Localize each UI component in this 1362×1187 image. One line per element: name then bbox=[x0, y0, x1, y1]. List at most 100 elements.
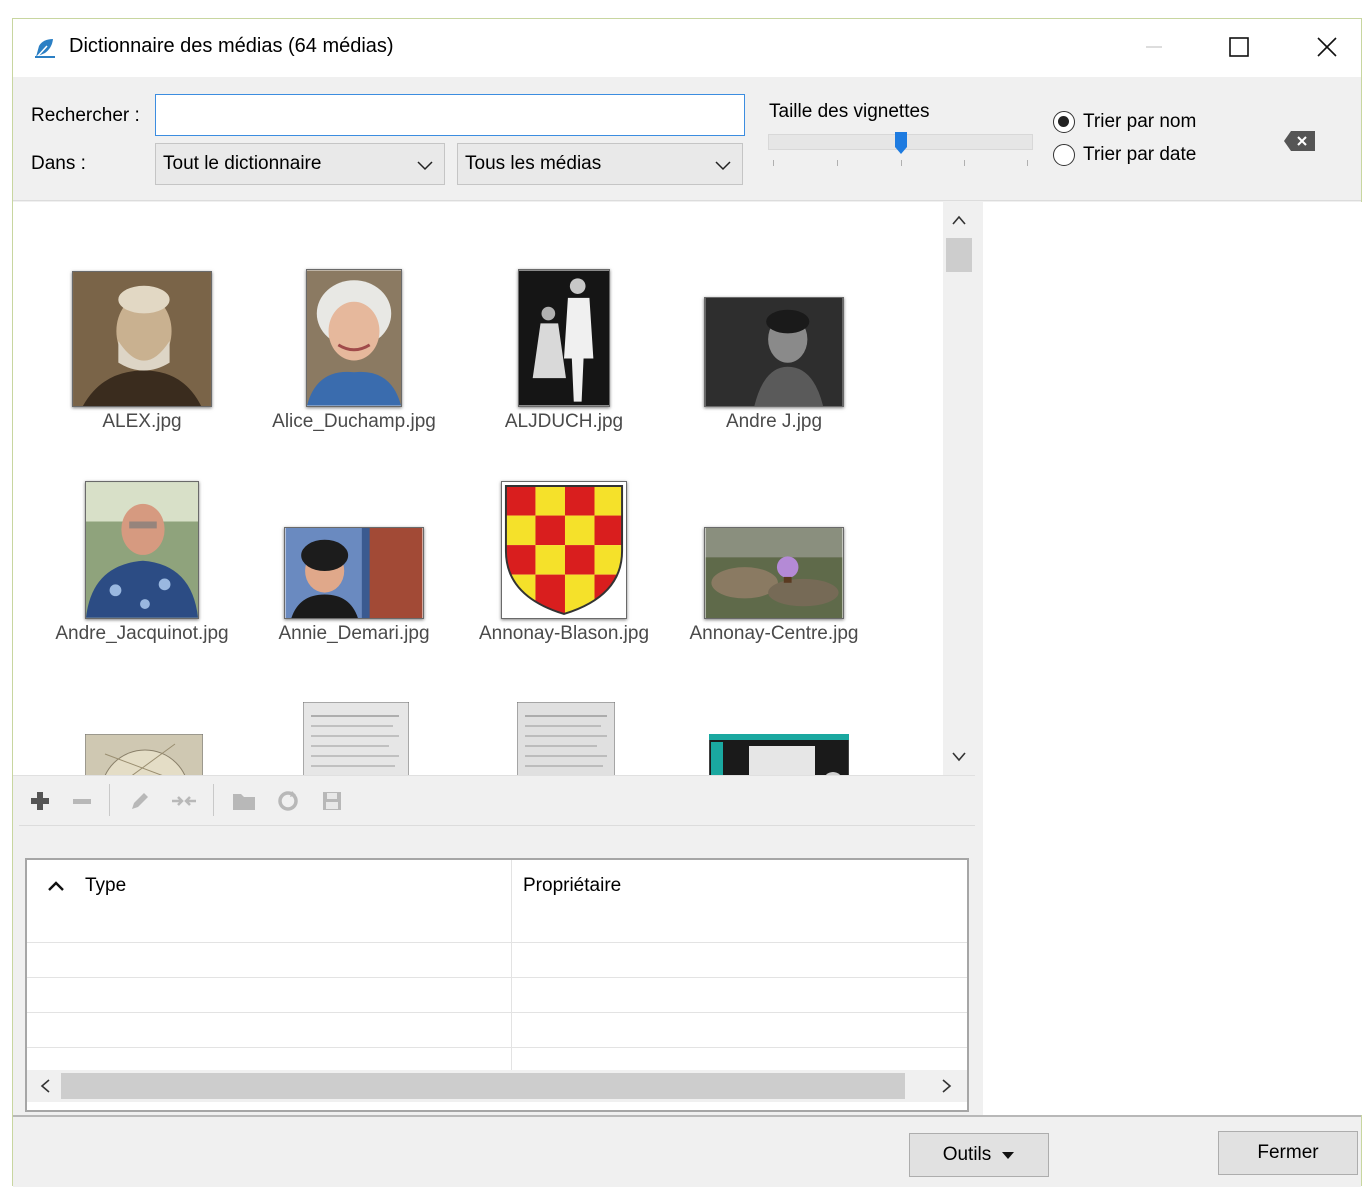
thumbnail-size-slider[interactable] bbox=[768, 132, 1033, 174]
slider-thumb[interactable] bbox=[895, 132, 907, 154]
media-gallery: ALEX.jpg Alice_Duchamp.jpg ALJDUCH.jpg A… bbox=[13, 202, 975, 775]
media-filename: Annonay-Centre.jpg bbox=[689, 623, 859, 644]
scope-select[interactable]: Tout le dictionnaire bbox=[155, 143, 445, 185]
media-type-select[interactable]: Tous les médias bbox=[457, 143, 743, 185]
media-tile-annonay-centre[interactable]: Annonay-Centre.jpg bbox=[669, 474, 879, 645]
maximize-icon bbox=[1229, 37, 1249, 57]
add-icon bbox=[31, 792, 49, 810]
media-filename: Annie_Demari.jpg bbox=[278, 623, 430, 644]
slider-tick bbox=[901, 160, 902, 166]
media-tile-partial-document[interactable] bbox=[303, 702, 409, 775]
folder-icon bbox=[233, 794, 255, 810]
open-folder-button[interactable] bbox=[229, 786, 259, 816]
media-tile-annie-demari[interactable]: Annie_Demari.jpg bbox=[249, 474, 459, 645]
media-properties-panel: Type Propriétaire bbox=[19, 825, 975, 1115]
scrollbar-thumb[interactable] bbox=[61, 1073, 905, 1099]
media-preview-panel bbox=[983, 202, 1362, 1115]
close-icon bbox=[1317, 37, 1337, 57]
column-divider bbox=[511, 860, 512, 1070]
sort-by-date-label: Trier par date bbox=[1083, 144, 1197, 165]
radio-unchecked-icon bbox=[1053, 144, 1075, 166]
tools-menu-button[interactable]: Outils bbox=[909, 1133, 1049, 1177]
refresh-icon bbox=[278, 791, 298, 811]
media-filename: Andre J.jpg bbox=[725, 411, 823, 432]
media-filename: Alice_Duchamp.jpg bbox=[272, 411, 436, 432]
media-filename: ALJDUCH.jpg bbox=[504, 411, 624, 432]
sort-by-name-radio[interactable]: Trier par nom bbox=[1053, 111, 1196, 133]
clear-search-icon[interactable] bbox=[1283, 130, 1317, 152]
thumbnail-image bbox=[85, 481, 199, 619]
media-tile-alice-duchamp[interactable]: Alice_Duchamp.jpg bbox=[249, 262, 459, 433]
sort-by-name-label: Trier par nom bbox=[1083, 111, 1197, 132]
thumbnail-image bbox=[704, 297, 844, 407]
remove-media-button[interactable] bbox=[67, 786, 97, 816]
refresh-button[interactable] bbox=[273, 786, 303, 816]
properties-table: Type Propriétaire bbox=[25, 858, 969, 1112]
column-label-owner: Propriétaire bbox=[523, 875, 622, 896]
table-row-divider bbox=[27, 1047, 967, 1048]
media-filename: Annonay-Blason.jpg bbox=[478, 623, 650, 644]
remove-icon bbox=[73, 799, 91, 804]
scroll-up-button[interactable] bbox=[949, 210, 969, 230]
media-tile-partial-screenshot[interactable] bbox=[709, 734, 849, 775]
media-tile-aljduch[interactable]: ALJDUCH.jpg bbox=[459, 262, 669, 433]
edit-icon bbox=[132, 793, 148, 809]
thumbnail-image bbox=[704, 527, 844, 619]
minimize-icon bbox=[1146, 46, 1162, 48]
scroll-left-button[interactable] bbox=[35, 1076, 55, 1096]
maximize-button[interactable] bbox=[1216, 27, 1262, 67]
media-tile-andre-jacquinot[interactable]: Andre_Jacquinot.jpg bbox=[37, 474, 247, 645]
thumbnail-image bbox=[306, 269, 402, 407]
close-window-button[interactable] bbox=[1304, 27, 1350, 67]
column-header-type[interactable]: Type bbox=[27, 860, 511, 912]
close-dialog-button[interactable]: Fermer bbox=[1218, 1131, 1358, 1175]
window-title: Dictionnaire des médias (64 médias) bbox=[69, 35, 394, 57]
media-tile-partial-map[interactable] bbox=[85, 734, 203, 775]
scrollbar-thumb[interactable] bbox=[946, 238, 972, 272]
toolbar-separator bbox=[213, 784, 214, 816]
slider-tick bbox=[1027, 160, 1028, 166]
merge-media-button[interactable] bbox=[169, 786, 199, 816]
title-bar: Dictionnaire des médias (64 médias) bbox=[13, 19, 1361, 77]
scroll-down-button[interactable] bbox=[949, 747, 969, 767]
toolbar-separator bbox=[109, 784, 110, 816]
scope-select-value: Tout le dictionnaire bbox=[163, 153, 322, 174]
media-tile-partial-document[interactable] bbox=[517, 702, 615, 775]
add-media-button[interactable] bbox=[25, 786, 55, 816]
slider-tick bbox=[773, 160, 774, 166]
close-button-label: Fermer bbox=[1257, 1142, 1319, 1163]
minimize-button[interactable] bbox=[1131, 27, 1177, 67]
dialog-footer: Outils Fermer bbox=[13, 1115, 1361, 1187]
slider-tick bbox=[837, 160, 838, 166]
sort-ascending-icon bbox=[48, 881, 64, 891]
merge-icon bbox=[172, 796, 196, 806]
media-tile-alex[interactable]: ALEX.jpg bbox=[37, 262, 247, 433]
media-filename: ALEX.jpg bbox=[102, 411, 182, 432]
scroll-right-button[interactable] bbox=[937, 1076, 957, 1096]
slider-tick bbox=[964, 160, 965, 166]
column-header-owner[interactable]: Propriétaire bbox=[513, 860, 967, 912]
table-horizontal-scrollbar[interactable] bbox=[27, 1070, 967, 1102]
scope-label: Dans : bbox=[31, 153, 86, 174]
app-feather-icon bbox=[35, 39, 55, 58]
media-filename: Andre_Jacquinot.jpg bbox=[55, 623, 229, 644]
gallery-vertical-scrollbar[interactable] bbox=[943, 202, 975, 775]
thumbnail-size-label: Taille des vignettes bbox=[769, 101, 930, 122]
search-label: Rechercher : bbox=[31, 105, 140, 126]
media-tile-annonay-blason[interactable]: Annonay-Blason.jpg bbox=[459, 474, 669, 645]
thumbnail-image bbox=[518, 269, 610, 407]
chevron-down-icon bbox=[715, 161, 731, 171]
caret-down-icon bbox=[1002, 1152, 1015, 1159]
media-tile-andre-j[interactable]: Andre J.jpg bbox=[669, 262, 879, 433]
edit-media-button[interactable] bbox=[125, 786, 155, 816]
table-row-divider bbox=[27, 1012, 967, 1013]
column-label-type: Type bbox=[85, 875, 127, 896]
table-row-divider bbox=[27, 942, 967, 943]
sort-by-date-radio[interactable]: Trier par date bbox=[1053, 144, 1196, 166]
search-input[interactable] bbox=[155, 94, 745, 136]
media-dictionary-window: Dictionnaire des médias (64 médias) Rech… bbox=[12, 18, 1362, 1187]
chevron-right-icon bbox=[942, 1079, 952, 1093]
search-toolbar: Rechercher : Dans : Tout le dictionnaire… bbox=[13, 77, 1361, 201]
save-media-button[interactable] bbox=[317, 786, 347, 816]
chevron-down-icon bbox=[417, 161, 433, 171]
